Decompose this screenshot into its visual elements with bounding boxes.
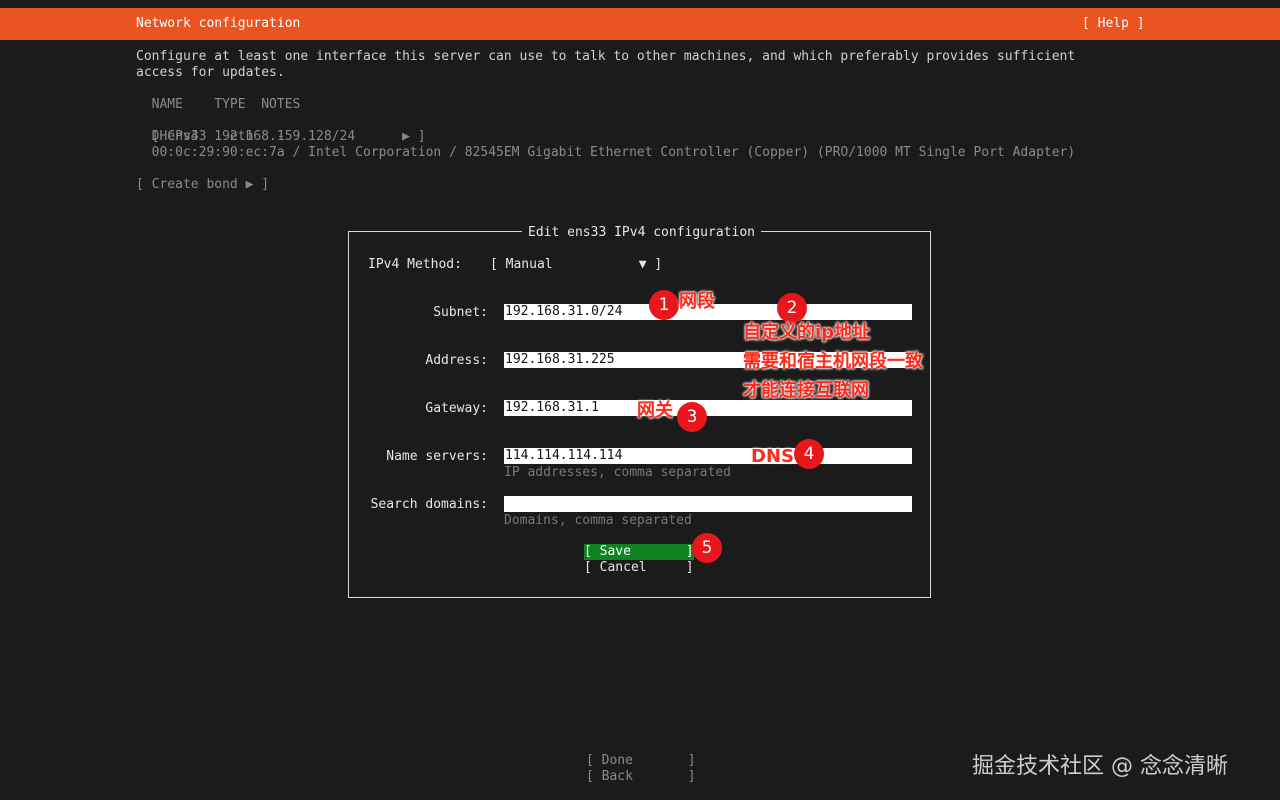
header-bar: Network configuration [ Help ] (0, 8, 1280, 40)
annotation-badge-1: 1 (649, 290, 679, 320)
search-domains-value (504, 496, 505, 511)
annotation-badge-3: 3 (677, 402, 707, 432)
interface-hardware: 00:0c:29:90:ec:7a / Intel Corporation / … (136, 145, 1076, 160)
subnet-label: Subnet: (433, 305, 488, 320)
annotation-address-line-1: 自定义的ip地址 (743, 322, 871, 343)
create-bond-button[interactable]: [ Create bond ▶ ] (136, 177, 269, 193)
nameservers-value: 114.114.114.114 (505, 448, 623, 463)
search-domains-input[interactable] (504, 496, 912, 512)
cancel-button[interactable]: [ Cancel ] (584, 560, 694, 576)
address-label: Address: (425, 353, 488, 368)
annotation-badge-5: 5 (692, 533, 722, 563)
interface-dhcp: DHCPv4 192.168.159.128/24 (136, 129, 356, 144)
address-value: 192.168.31.225 (505, 352, 615, 367)
nameservers-hint: IP addresses, comma separated (504, 465, 731, 480)
gateway-label: Gateway: (425, 401, 488, 416)
ipv4-method-select[interactable]: [ Manual ▼ ] (490, 257, 662, 273)
intro-line-1: Configure at least one interface this se… (136, 49, 1076, 64)
search-domains-label: Search domains: (370, 497, 488, 512)
help-button[interactable]: [ Help ] (1082, 16, 1145, 32)
watermark: 掘金技术社区 @ 念念清晰 (972, 754, 1228, 779)
annotation-address-line-3: 才能连接互联网 (743, 380, 869, 401)
annotation-dns: DNS (751, 446, 794, 467)
save-button[interactable]: [ Save ] (584, 544, 694, 560)
search-domains-hint: Domains, comma separated (504, 513, 692, 528)
intro-line-2: access for updates. (136, 65, 285, 80)
annotation-gateway: 网关 (637, 400, 673, 421)
annotation-subnet: 网段 (679, 291, 715, 312)
subnet-value: 192.168.31.0/24 (505, 304, 623, 319)
gateway-value: 192.168.31.1 (505, 400, 599, 415)
annotation-address-line-2: 需要和宿主机网段一致 (743, 351, 923, 372)
nameservers-label: Name servers: (386, 449, 488, 464)
page-title: Network configuration (136, 16, 301, 31)
done-button[interactable]: [ Done ] (586, 753, 696, 769)
table-headers: NAME TYPE NOTES (136, 97, 301, 112)
back-button[interactable]: [ Back ] (586, 769, 696, 785)
annotation-badge-4: 4 (794, 439, 824, 469)
ipv4-method-label: IPv4 Method: (368, 257, 462, 272)
nameservers-input[interactable]: 114.114.114.114 (504, 448, 912, 464)
dialog-title: Edit ens33 IPv4 configuration (522, 225, 761, 241)
